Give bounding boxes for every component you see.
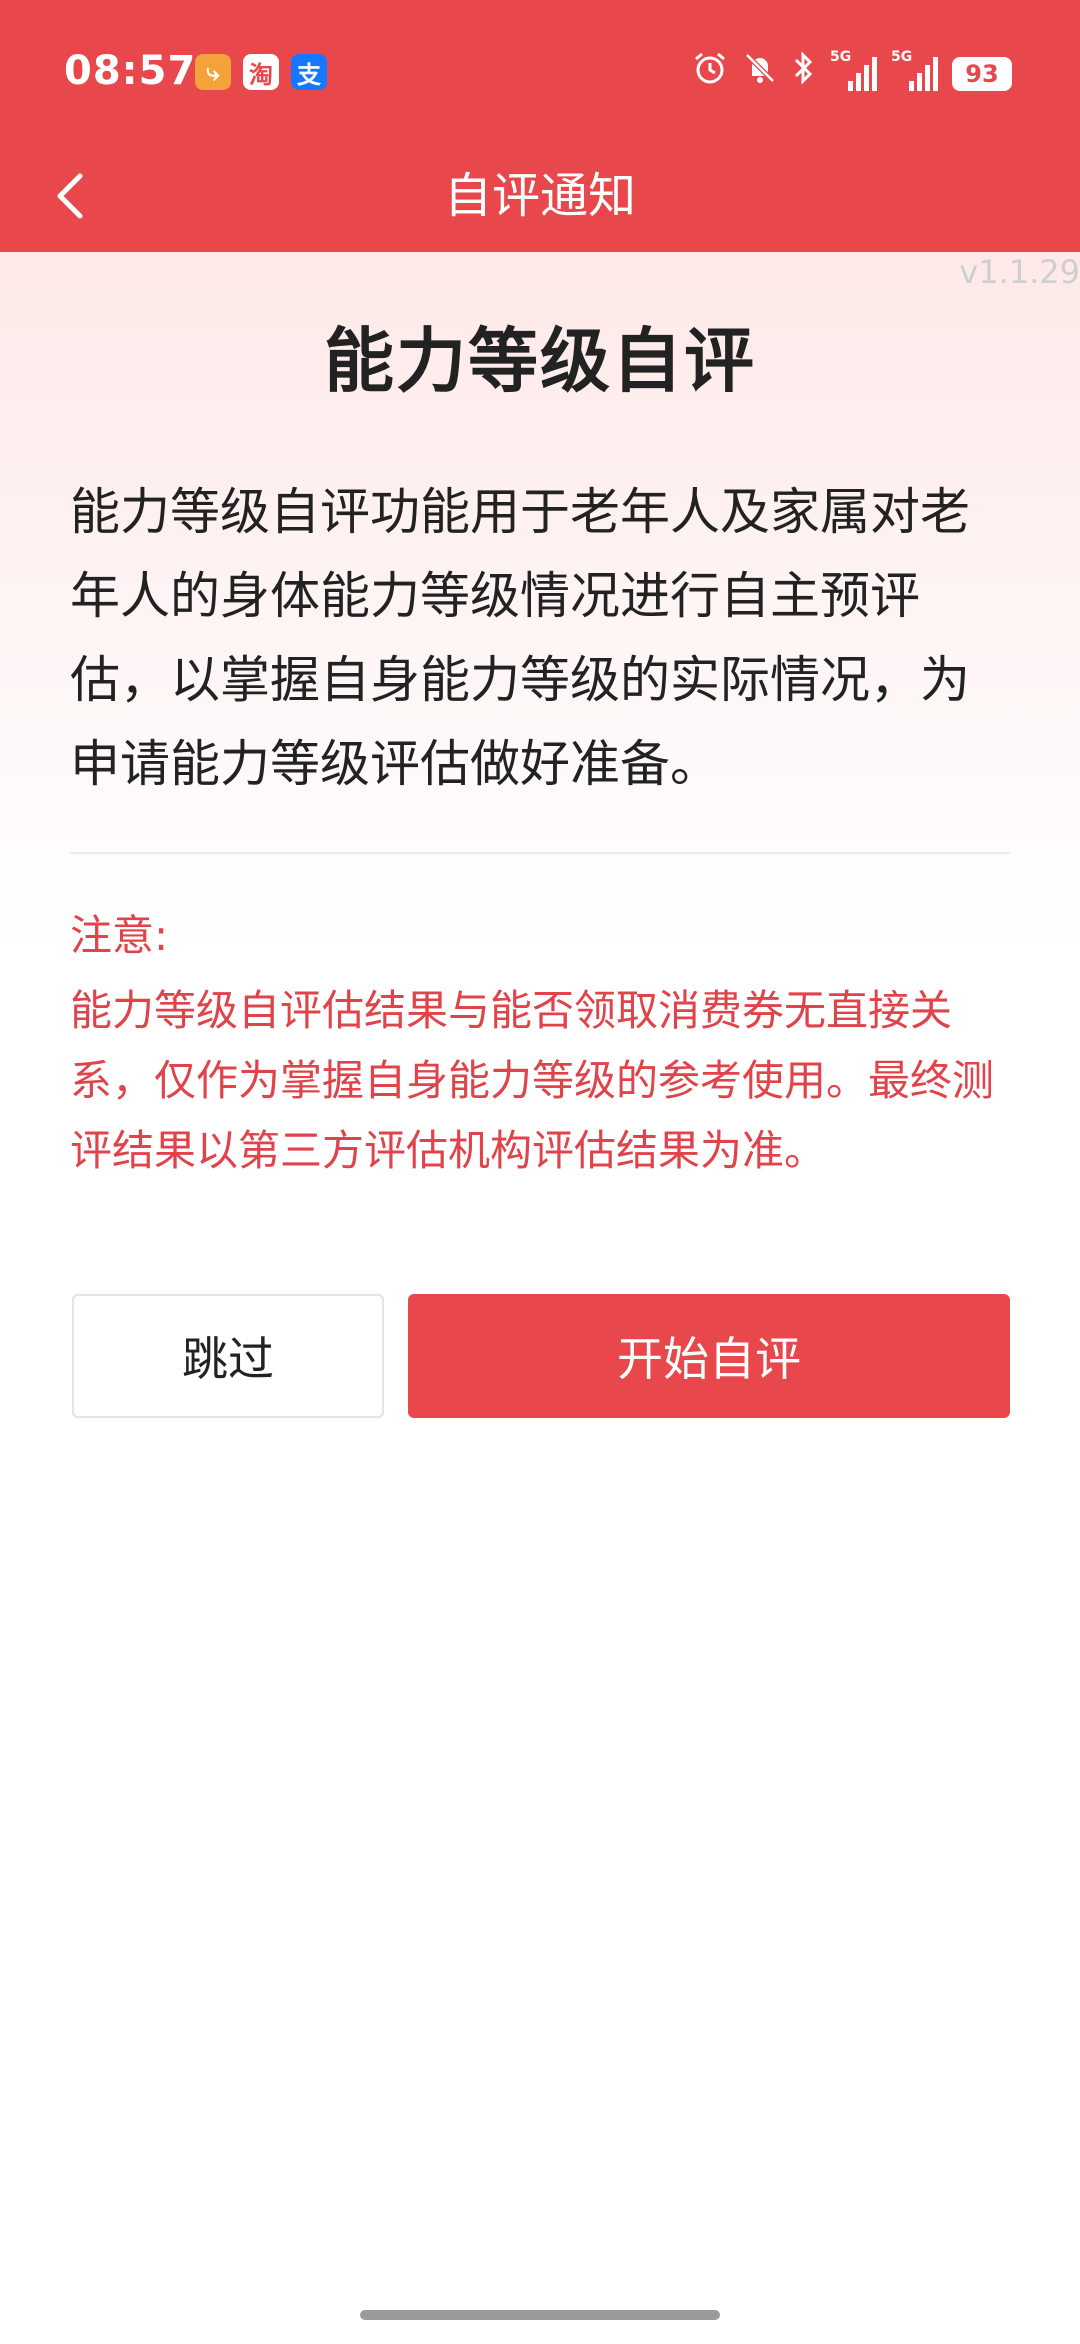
app-notification-icon: ⤷ <box>195 54 231 90</box>
signal-5g-icon-2: 5G <box>891 49 938 91</box>
signal-5g-icon: 5G <box>830 49 877 91</box>
battery-indicator: 93 <box>952 56 1012 91</box>
skip-button[interactable]: 跳过 <box>72 1294 384 1418</box>
status-indicators: 5G 5G 93 <box>692 49 1012 97</box>
signal-bar <box>864 64 869 91</box>
nav-bar: 自评通知 <box>0 140 1080 252</box>
alarm-icon <box>692 50 728 97</box>
signal-bar <box>925 64 930 91</box>
notice-text: 能力等级自评估结果与能否领取消费券无直接关系，仅作为掌握自身能力等级的参考使用。… <box>70 986 995 1175</box>
description-text: 能力等级自评功能用于老年人及家属对老年人的身体能力等级情况进行自主预评估，以掌握… <box>70 483 970 793</box>
signal-bar <box>909 80 914 91</box>
status-time: 08:57 <box>64 48 197 94</box>
main-heading: 能力等级自评 <box>324 320 756 402</box>
network-label: 5G <box>891 48 913 65</box>
home-indicator[interactable] <box>360 2310 720 2320</box>
bluetooth-icon <box>792 50 816 97</box>
signal-bar <box>917 72 922 91</box>
signal-bar <box>856 72 861 91</box>
app-header: 08:57 ⤷ 淘 支 5G 5G 93 自评通知 <box>0 0 1080 252</box>
divider <box>70 852 1010 854</box>
alipay-icon: 支 <box>291 54 327 90</box>
signal-bar <box>872 56 877 91</box>
taobao-icon: 淘 <box>243 54 279 90</box>
page-title: 自评通知 <box>443 168 636 224</box>
mute-icon <box>742 50 778 97</box>
signal-bar <box>848 80 853 91</box>
signal-bar <box>933 56 938 91</box>
network-label: 5G <box>830 48 852 65</box>
start-self-assessment-button[interactable]: 开始自评 <box>408 1294 1010 1418</box>
version-label: v1.1.29 <box>959 253 1080 291</box>
notice-label: 注意: <box>70 911 169 960</box>
status-bar: 08:57 ⤷ 淘 支 5G 5G 93 <box>0 0 1080 140</box>
